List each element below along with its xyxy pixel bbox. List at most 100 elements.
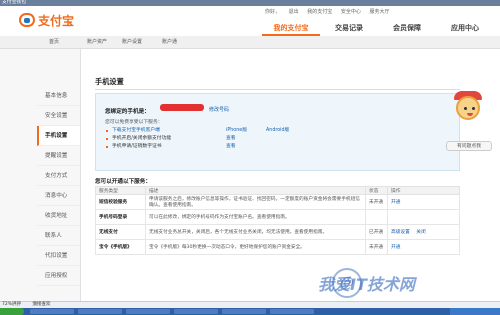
- logo[interactable]: 支付宝: [19, 11, 75, 29]
- start-button[interactable]: [0, 308, 24, 315]
- service-name: 宝令《手机版》: [95, 239, 146, 255]
- enable-link[interactable]: 开通: [391, 245, 400, 250]
- sidebar-item-reminders[interactable]: 提醒设置: [37, 146, 80, 166]
- sidebar-item-contacts[interactable]: 联系人: [37, 226, 80, 246]
- taskbar-item[interactable]: [174, 309, 218, 314]
- certificate-text: 手机申请/证销数字证书: [112, 144, 162, 149]
- download-client-link[interactable]: 下载支付宝手机客户端: [112, 128, 160, 133]
- sidebar-item-basic-info[interactable]: 基本信息: [37, 86, 80, 106]
- os-taskbar: [0, 308, 500, 315]
- bound-phone-panel: 您绑定的手机是： 修改号码 您可以免费享受以下服务： 下载支付宝手机客户端 iP…: [95, 93, 460, 171]
- service-desc: 无线支付业务总开关，关闭后，各个无线支付业务关闭，均无法使用。查看使用指南。: [145, 224, 366, 240]
- view-link[interactable]: 查看: [226, 135, 236, 143]
- col-desc: 描述: [145, 186, 366, 195]
- viewport: 支付宝 你好， 退出 我的支付宝 安全中心 服务大厅 我的支付宝 交易记录 会员…: [0, 6, 500, 301]
- subnav-account-link[interactable]: 账户通: [157, 38, 182, 47]
- free-services-text: 您可以免费享受以下服务：: [105, 120, 163, 125]
- service-name: 无线支付: [95, 224, 146, 240]
- title-divider: [95, 89, 460, 90]
- taskbar-item[interactable]: [270, 309, 314, 314]
- robot-mouth-icon: [467, 113, 473, 116]
- main-content: 手机设置 您绑定的手机是： 修改号码 您可以免费享受以下服务： 下载支付宝手机客…: [85, 49, 475, 301]
- sidebar-item-messages[interactable]: 消息中心: [37, 186, 80, 206]
- service-ops: 开通: [387, 194, 460, 210]
- sidebar: 基本信息 安全设置 手机设置 提醒设置 支付方式 消息中心 收货地址 联系人 代…: [37, 49, 81, 301]
- service-state: 未开通: [365, 194, 388, 210]
- sidebar-item-security[interactable]: 安全设置: [37, 106, 80, 126]
- change-number-link[interactable]: 修改号码: [209, 106, 229, 113]
- list-item: 手机申请/证销数字证书 查看: [106, 143, 356, 151]
- table-row: 手机号码登录 可以在此修改，绑定的手机号码作为支付宝账户名。查看使用指南。: [95, 209, 460, 225]
- service-ops: 高级设置 关闭: [387, 224, 460, 240]
- service-name: 短信校验服务: [95, 194, 146, 210]
- robot-eye-icon: [464, 107, 467, 110]
- service-desc: 申请该服务之后，修改账户信息等操作，证书验证、找回密码，一定额度的账户资金将会需…: [145, 194, 366, 210]
- browser-top-item[interactable]: 支付宝钱包: [2, 0, 26, 5]
- bound-phone-label: 您绑定的手机是：: [105, 109, 150, 115]
- zoom-level[interactable]: 72%評評: [2, 302, 21, 307]
- service-state: [365, 209, 388, 225]
- system-tray[interactable]: [450, 308, 500, 315]
- service-state: 已开通: [365, 224, 388, 240]
- service-desc: 可以在此修改，绑定的手机号码作为支付宝账户名。查看使用指南。: [145, 209, 366, 225]
- enable-link[interactable]: 开通: [391, 200, 400, 205]
- robot-eye-icon: [472, 107, 475, 110]
- taskbar-item[interactable]: [78, 309, 122, 314]
- services-table: 服务类型 描述 状态 操作 短信校验服务 申请该服务之后，修改账户信息等操作，证…: [95, 186, 460, 255]
- table-row: 短信校验服务 申请该服务之后，修改账户信息等操作，证书验证、找回密码，一定额度的…: [95, 194, 460, 210]
- sidebar-item-address[interactable]: 收货地址: [37, 206, 80, 226]
- service-desc: 宝令《手机版》每30秒更换一次动态口令，更好地保护您的账户资金安全。: [145, 239, 366, 255]
- user-links: 你好， 退出 我的支付宝 安全中心 服务大厅: [265, 8, 396, 15]
- sidebar-item-phone[interactable]: 手机设置: [37, 126, 80, 146]
- service-link[interactable]: 服务大厅: [369, 9, 389, 15]
- security-link[interactable]: 安全中心: [341, 9, 361, 15]
- tab-transactions[interactable]: 交易记录: [320, 20, 378, 36]
- my-alipay-link[interactable]: 我的支付宝: [307, 9, 332, 15]
- table-row: 宝令《手机版》 宝令《手机版》每30秒更换一次动态口令，更好地保护您的账户资金安…: [95, 239, 460, 255]
- sidebar-item-app-auth[interactable]: 应用授权: [37, 266, 80, 286]
- service-state: 未开通: [365, 239, 388, 255]
- taskbar-item[interactable]: [30, 309, 74, 314]
- status-text: 颁接查欢: [32, 302, 51, 307]
- iphone-version-link[interactable]: iPhone版: [226, 127, 247, 135]
- subnav-assets[interactable]: 账户资产: [82, 38, 112, 47]
- alipay-logo-icon: [19, 13, 35, 27]
- android-version-link[interactable]: Android版: [266, 127, 289, 135]
- list-item: 手机开启/关闭余额支付功能 查看: [106, 135, 356, 143]
- sidebar-item-payment[interactable]: 支付方式: [37, 166, 80, 186]
- table-header-row: 服务类型 描述 状态 操作: [95, 186, 460, 195]
- tab-app-center[interactable]: 应用中心: [436, 20, 494, 36]
- browser-statusbar: 72%評評 颁接查欢: [0, 301, 500, 308]
- taskbar-item[interactable]: [222, 309, 266, 314]
- tab-member-protection[interactable]: 会员保障: [378, 20, 436, 36]
- taskbar-item[interactable]: [126, 309, 170, 314]
- watermark-text: 我爱IT技术网: [318, 275, 415, 294]
- logo-text: 支付宝: [38, 13, 75, 28]
- sidebar-item-deduction[interactable]: 代扣设置: [37, 246, 80, 266]
- balance-toggle-text: 手机开启/关闭余额支付功能: [112, 136, 172, 141]
- subnav-home[interactable]: 首页: [44, 38, 64, 47]
- left-gutter: [0, 49, 37, 301]
- subnav-account-settings[interactable]: 账户设置: [117, 38, 147, 47]
- service-ops: [387, 209, 460, 225]
- phone-number-redacted: [160, 104, 204, 111]
- advanced-settings-link[interactable]: 高级设置: [391, 230, 410, 235]
- site-header: 支付宝 你好， 退出 我的支付宝 安全中心 服务大厅 我的支付宝 交易记录 会员…: [0, 6, 500, 36]
- col-state: 状态: [365, 186, 388, 195]
- table-row: 无线支付 无线支付业务总开关，关闭后，各个无线支付业务关闭，均无法使用。查看使用…: [95, 224, 460, 240]
- col-type: 服务类型: [95, 186, 146, 195]
- logout-link[interactable]: 退出: [289, 9, 299, 15]
- robot-face-icon: [456, 96, 480, 120]
- list-item: 下载支付宝手机客户端 iPhone版 Android版: [106, 127, 356, 135]
- sub-navigation: 首页 账户资产 账户设置 账户通: [0, 36, 500, 49]
- page-title: 手机设置: [95, 77, 124, 86]
- view-link[interactable]: 查看: [226, 143, 236, 151]
- help-robot[interactable]: 有问题点我: [446, 91, 492, 151]
- disable-link[interactable]: 关闭: [416, 230, 425, 235]
- user-greeting: 你好，: [265, 9, 281, 15]
- service-name: 手机号码登录: [95, 209, 146, 225]
- help-button[interactable]: 有问题点我: [446, 141, 492, 151]
- col-ops: 操作: [387, 186, 460, 195]
- service-ops: 开通: [387, 239, 460, 255]
